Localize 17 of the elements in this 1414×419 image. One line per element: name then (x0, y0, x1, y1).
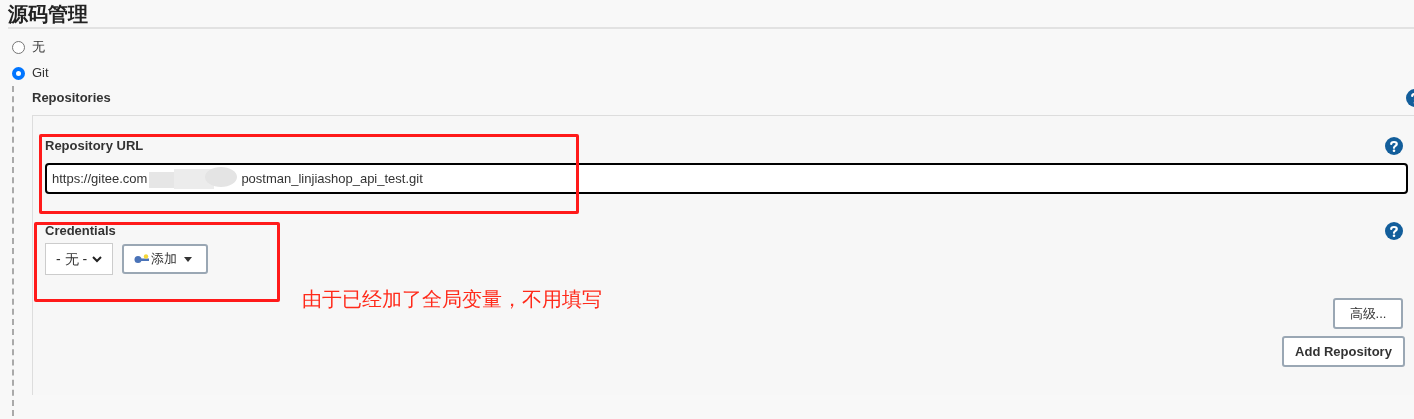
help-icon[interactable] (1385, 137, 1403, 155)
help-icon[interactable] (1385, 222, 1403, 240)
credentials-label: Credentials (45, 222, 116, 241)
chevron-down-icon (92, 255, 102, 263)
radio-option[interactable]: 无 (12, 38, 45, 56)
annotation-note: 由于已经加了全局变量，不用填写 (302, 286, 602, 312)
url-field[interactable]: https://gitee.com postman_linjiashop_api_test.git (45, 163, 1408, 194)
caret-icon (184, 256, 192, 262)
url-label: Repository URL (45, 137, 144, 156)
credentials-select[interactable]: - 无 - (45, 243, 113, 275)
radio-option[interactable]: Git (12, 64, 49, 82)
key-icon (134, 254, 150, 264)
add-credentials-button[interactable]: 添加 (122, 244, 208, 274)
advanced-button[interactable]: 高级... (1333, 298, 1403, 329)
add-repository-button[interactable]: Add Repository (1282, 336, 1405, 367)
section-title: 源码管理 (8, 1, 88, 26)
repositories-label: Repositories (32, 89, 111, 108)
